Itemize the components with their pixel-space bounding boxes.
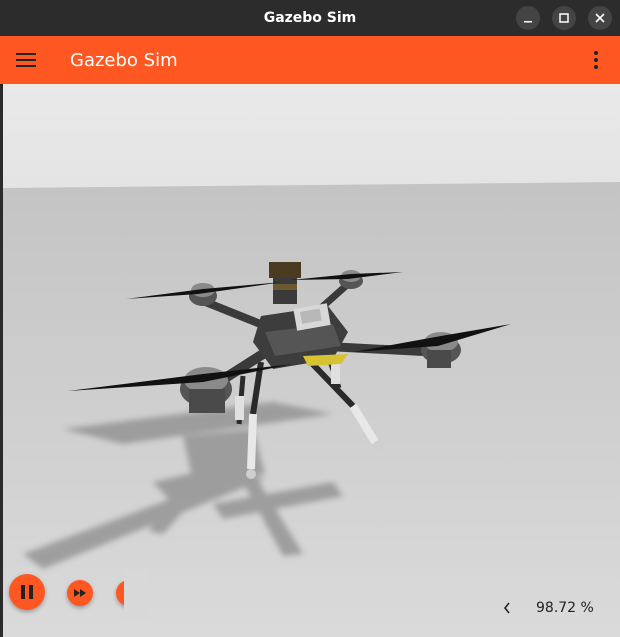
- stats-bar: 98.72 %: [500, 596, 594, 620]
- more-options-button[interactable]: [584, 48, 608, 72]
- maximize-button[interactable]: [552, 6, 576, 30]
- pause-icon: [21, 585, 33, 599]
- close-icon: [595, 13, 605, 23]
- controls-panel-edge: [124, 570, 148, 618]
- hamburger-icon: [16, 53, 36, 67]
- ground-plane: [3, 182, 620, 637]
- step-forward-button[interactable]: [67, 580, 93, 606]
- more-vert-icon: [594, 51, 598, 69]
- scene-3d-viewport[interactable]: [3, 84, 620, 637]
- maximize-icon: [559, 13, 569, 23]
- close-button[interactable]: [588, 6, 612, 30]
- fast-forward-icon: [74, 589, 86, 597]
- minimize-icon: [524, 21, 532, 23]
- app-bar: Gazebo Sim: [0, 36, 620, 84]
- window-controls: [516, 6, 612, 30]
- chevron-left-icon[interactable]: [500, 601, 514, 615]
- app-title: Gazebo Sim: [70, 49, 178, 71]
- window-title: Gazebo Sim: [263, 10, 357, 26]
- menu-button[interactable]: [0, 36, 52, 84]
- window-titlebar: Gazebo Sim: [0, 0, 620, 36]
- pause-button[interactable]: [9, 574, 45, 610]
- minimize-button[interactable]: [516, 6, 540, 30]
- sky-background: [3, 84, 620, 188]
- real-time-factor: 98.72 %: [536, 600, 594, 616]
